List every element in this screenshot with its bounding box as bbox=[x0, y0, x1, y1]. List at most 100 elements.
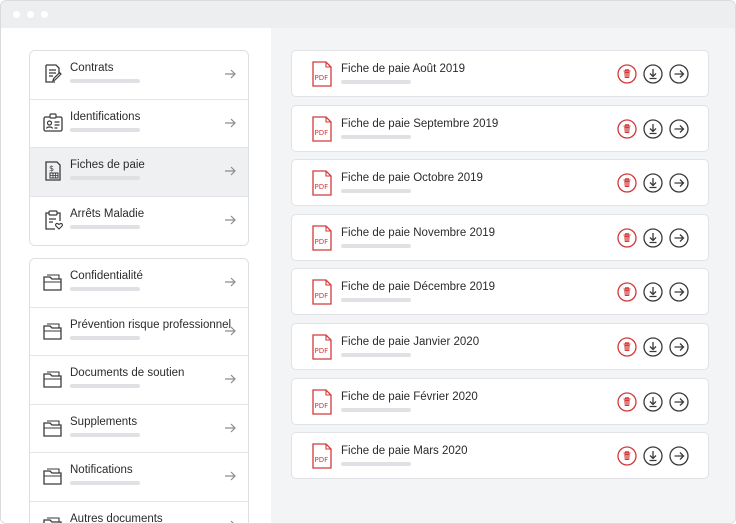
placeholder-bar bbox=[70, 79, 140, 83]
open-arrow-icon[interactable] bbox=[669, 173, 689, 193]
placeholder-bar bbox=[341, 189, 411, 194]
download-icon[interactable] bbox=[643, 228, 663, 248]
delete-icon[interactable] bbox=[617, 391, 637, 412]
delete-icon[interactable] bbox=[617, 337, 637, 357]
pdf-file-icon: PDF bbox=[312, 115, 332, 142]
download-icon[interactable] bbox=[643, 173, 663, 193]
pdf-badge-label: PDF bbox=[315, 347, 329, 355]
file-row[interactable]: PDF Fiche de paie Septembre 2019 bbox=[291, 104, 709, 152]
placeholder-bar bbox=[341, 462, 411, 467]
sidebar-item-supplements[interactable]: Supplements bbox=[30, 404, 248, 453]
delete-icon[interactable] bbox=[617, 64, 637, 84]
delete-icon[interactable] bbox=[617, 282, 637, 303]
open-arrow-icon[interactable] bbox=[669, 118, 689, 139]
delete-icon[interactable] bbox=[617, 446, 637, 466]
pdf-badge-label: PDF bbox=[315, 74, 329, 82]
file-row[interactable]: PDF Fiche de paie Novembre 2019 bbox=[291, 213, 709, 261]
delete-icon[interactable] bbox=[617, 228, 637, 248]
placeholder-bar bbox=[341, 407, 411, 412]
pdf-badge-label: PDF bbox=[315, 292, 329, 300]
placeholder-bar bbox=[70, 432, 140, 437]
open-arrow-icon[interactable] bbox=[669, 391, 689, 412]
arrow-right-icon bbox=[225, 277, 236, 287]
id-card-icon bbox=[43, 112, 63, 132]
download-icon[interactable] bbox=[643, 446, 663, 466]
download-icon[interactable] bbox=[643, 118, 663, 139]
window-maximize-dot[interactable] bbox=[41, 11, 48, 18]
sidebar-item-identifications[interactable]: Identifications bbox=[30, 99, 248, 148]
download-icon[interactable] bbox=[643, 64, 663, 84]
file-row[interactable]: PDF Fiche de paie Mars 2020 bbox=[291, 432, 709, 480]
sidebar-item-prevention-risque[interactable]: Prévention risque professionnel bbox=[30, 307, 248, 356]
sidebar-item-label: Confidentialité bbox=[70, 270, 143, 282]
file-name: Fiche de paie Février 2020 bbox=[341, 390, 478, 403]
download-icon[interactable] bbox=[643, 391, 663, 412]
sidebar: Contrats Identifications $ Fiches de pai… bbox=[1, 28, 271, 524]
file-row[interactable]: PDF Fiche de paie Février 2020 bbox=[291, 377, 709, 425]
window-close-dot[interactable] bbox=[13, 11, 20, 18]
file-name: Fiche de paie Novembre 2019 bbox=[341, 226, 496, 239]
arrow-right-icon bbox=[225, 69, 236, 79]
payslip-icon: $ bbox=[45, 161, 61, 181]
sidebar-item-arrets-maladie[interactable]: Arrêts Maladie bbox=[30, 196, 248, 245]
folder-icon bbox=[43, 516, 62, 523]
pdf-file-icon: PDF bbox=[312, 225, 332, 251]
file-row[interactable]: PDF Fiche de paie Décembre 2019 bbox=[291, 268, 709, 316]
pdf-badge-label: PDF bbox=[315, 183, 329, 191]
open-arrow-icon[interactable] bbox=[669, 64, 689, 84]
sidebar-item-label: Notifications bbox=[70, 464, 133, 476]
svg-text:$: $ bbox=[49, 164, 54, 173]
sidebar-item-label: Contrats bbox=[70, 62, 114, 74]
folder-icon bbox=[43, 371, 62, 388]
download-icon[interactable] bbox=[643, 282, 663, 303]
pdf-badge-label: PDF bbox=[315, 129, 329, 137]
file-name: Fiche de paie Août 2019 bbox=[341, 63, 466, 75]
placeholder-bar bbox=[70, 287, 140, 291]
sidebar-item-label: Prévention risque professionnel bbox=[70, 318, 232, 331]
download-icon[interactable] bbox=[643, 337, 663, 357]
sidebar-item-documents-soutien[interactable]: Documents de soutien bbox=[30, 356, 248, 405]
open-arrow-icon[interactable] bbox=[669, 446, 689, 466]
pdf-badge-label: PDF bbox=[315, 238, 329, 246]
file-name: Fiche de paie Mars 2020 bbox=[341, 445, 468, 458]
sidebar-item-label: Arrêts Maladie bbox=[70, 207, 145, 220]
pdf-badge-label: PDF bbox=[315, 402, 329, 410]
pdf-file-icon: PDF bbox=[312, 334, 332, 360]
arrow-right-icon bbox=[225, 215, 236, 224]
open-arrow-icon[interactable] bbox=[669, 228, 689, 248]
delete-icon[interactable] bbox=[617, 118, 637, 139]
sidebar-item-label: Autres documents bbox=[70, 512, 163, 524]
sidebar-group-primary: Contrats Identifications $ Fiches de pai… bbox=[29, 50, 249, 246]
sidebar-item-autres-documents[interactable]: Autres documents bbox=[30, 501, 248, 524]
open-arrow-icon[interactable] bbox=[669, 282, 689, 303]
placeholder-bar bbox=[341, 298, 411, 303]
folder-icon bbox=[43, 468, 62, 485]
sidebar-item-notifications[interactable]: Notifications bbox=[30, 453, 248, 502]
placeholder-bar bbox=[341, 243, 411, 248]
open-arrow-icon[interactable] bbox=[669, 337, 689, 357]
sidebar-item-fiches-de-paie[interactable]: $ Fiches de paie bbox=[30, 148, 248, 197]
delete-icon[interactable] bbox=[617, 173, 637, 193]
pdf-file-icon: PDF bbox=[312, 61, 332, 87]
sidebar-item-contrats[interactable]: Contrats bbox=[30, 51, 248, 100]
folder-icon bbox=[43, 419, 62, 437]
window-minimize-dot[interactable] bbox=[27, 11, 34, 18]
placeholder-bar bbox=[70, 481, 140, 485]
file-row[interactable]: PDF Fiche de paie Août 2019 bbox=[291, 50, 709, 97]
sidebar-item-label: Fiches de paie bbox=[70, 159, 145, 171]
file-row[interactable]: PDF Fiche de paie Janvier 2020 bbox=[291, 323, 709, 370]
sidebar-group-documents: Confidentialité Prévention risque profes… bbox=[29, 258, 249, 524]
sidebar-item-label: Documents de soutien bbox=[70, 367, 185, 379]
pdf-file-icon: PDF bbox=[312, 443, 332, 469]
sidebar-item-confidentialite[interactable]: Confidentialité bbox=[30, 259, 248, 308]
sidebar-item-label: Identifications bbox=[70, 110, 141, 123]
placeholder-bar bbox=[341, 134, 411, 139]
file-name: Fiche de paie Octobre 2019 bbox=[341, 172, 483, 185]
file-row[interactable]: PDF Fiche de paie Octobre 2019 bbox=[291, 159, 709, 207]
arrow-right-icon bbox=[225, 166, 236, 176]
pdf-file-icon: PDF bbox=[312, 388, 332, 415]
pdf-file-icon: PDF bbox=[312, 170, 332, 196]
folder-icon bbox=[43, 274, 62, 291]
folder-icon bbox=[43, 322, 62, 340]
app-window: Contrats Identifications $ Fiches de pai… bbox=[0, 0, 736, 524]
